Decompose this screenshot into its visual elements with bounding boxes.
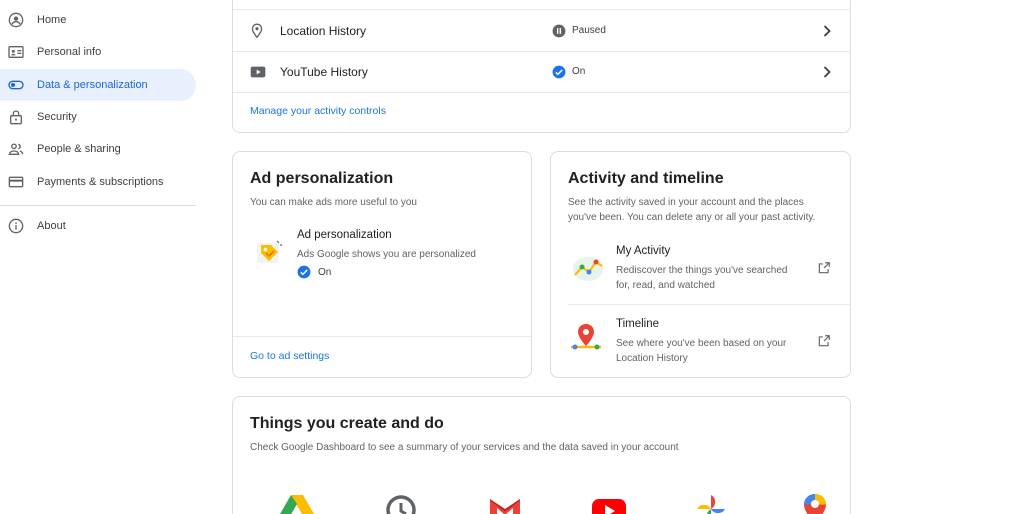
- sidebar-item-payments[interactable]: Payments & subscriptions: [0, 166, 196, 198]
- status-text: Paused: [572, 25, 606, 36]
- ad-tag-icon: [255, 239, 283, 267]
- sidebar-item-personal-info[interactable]: Personal info: [0, 36, 196, 68]
- status-text: On: [318, 266, 332, 278]
- info-icon: [8, 218, 24, 234]
- sidebar-item-security[interactable]: Security: [0, 101, 196, 133]
- activity-controls-card: Location History Paused YouTube History …: [232, 0, 851, 133]
- manage-activity-controls-link[interactable]: Manage your activity controls: [250, 105, 386, 117]
- credit-card-icon: [8, 174, 24, 190]
- card-description-line-2: you've been. You can delete any or all y…: [568, 212, 816, 223]
- pause-icon: [552, 24, 566, 38]
- item-subtitle-line-1: Rediscover the things you've searched: [616, 265, 788, 276]
- photos-icon[interactable]: [693, 493, 729, 514]
- item-subtitle-line-2: Location History: [616, 353, 688, 364]
- sidebar-item-data-personalization[interactable]: Data & personalization: [0, 69, 196, 101]
- ad-personalization-card: Ad personalization You can make ads more…: [232, 151, 532, 378]
- my-activity-item[interactable]: My Activity Rediscover the things you've…: [551, 238, 850, 304]
- card-divider: [233, 336, 531, 337]
- history-icon[interactable]: [383, 493, 419, 514]
- row-label: YouTube History: [280, 64, 368, 79]
- chevron-right-icon: [821, 65, 833, 78]
- sidebar-item-home[interactable]: Home: [0, 4, 196, 36]
- my-activity-icon: [571, 253, 605, 283]
- row-label: Location History: [280, 23, 367, 38]
- sidebar-item-label: People & sharing: [37, 143, 121, 155]
- people-icon: [8, 141, 24, 157]
- account-circle-icon: [8, 12, 24, 28]
- card-description: You can make ads more useful to you: [250, 197, 417, 208]
- youtube-icon[interactable]: [591, 493, 627, 514]
- chevron-right-icon: [821, 24, 833, 37]
- item-divider: [568, 304, 850, 305]
- location-pin-icon: [250, 22, 280, 39]
- sidebar: Home Personal info Data & personalizatio…: [0, 0, 200, 514]
- sidebar-item-label: Payments & subscriptions: [37, 176, 164, 188]
- open-in-new-icon[interactable]: [817, 334, 831, 348]
- sidebar-item-about[interactable]: About: [0, 210, 196, 242]
- drive-icon[interactable]: [279, 493, 315, 514]
- timeline-item[interactable]: Timeline See where you've been based on …: [551, 311, 850, 377]
- sidebar-item-label: About: [37, 220, 66, 232]
- card-title: Things you create and do: [250, 415, 444, 432]
- ad-status-badge: On: [297, 265, 331, 279]
- item-subtitle-line-2: for, read, and watched: [616, 280, 715, 291]
- status-badge: Paused: [552, 24, 821, 38]
- maps-icon[interactable]: [797, 493, 833, 514]
- youtube-outline-icon: [250, 65, 280, 79]
- open-in-new-icon[interactable]: [817, 261, 831, 275]
- card-title: Activity and timeline: [568, 170, 724, 187]
- item-subtitle-line-1: See where you've been based on your: [616, 338, 787, 349]
- id-card-icon: [8, 44, 24, 60]
- status-badge: On: [552, 65, 821, 79]
- activity-timeline-card: Activity and timeline See the activity s…: [550, 151, 851, 378]
- location-history-row[interactable]: Location History Paused: [250, 10, 833, 51]
- sidebar-divider: [0, 205, 196, 206]
- check-circle-icon: [297, 265, 311, 279]
- sidebar-item-label: Data & personalization: [37, 79, 148, 91]
- youtube-history-row[interactable]: YouTube History On: [250, 51, 833, 92]
- item-title: My Activity: [616, 245, 671, 257]
- item-title: Timeline: [616, 318, 660, 330]
- sidebar-item-label: Home: [37, 14, 67, 26]
- card-title: Ad personalization: [250, 170, 394, 187]
- sidebar-item-label: Security: [37, 111, 77, 123]
- lock-icon: [8, 109, 24, 125]
- toggle-icon: [8, 77, 24, 93]
- timeline-pin-icon: [568, 321, 604, 355]
- status-text: On: [572, 66, 586, 77]
- gmail-icon[interactable]: [487, 493, 523, 514]
- card-description-line-1: See the activity saved in your account a…: [568, 197, 804, 208]
- card-description: Check Google Dashboard to see a summary …: [250, 442, 679, 453]
- things-you-create-card: Things you create and do Check Google Da…: [232, 396, 851, 514]
- row-divider: [233, 92, 850, 93]
- sidebar-item-label: Personal info: [37, 46, 102, 58]
- ad-item-title: Ad personalization: [297, 229, 392, 241]
- go-to-ad-settings-link[interactable]: Go to ad settings: [250, 350, 329, 362]
- sidebar-item-people-sharing[interactable]: People & sharing: [0, 133, 196, 165]
- ad-item-subtitle: Ads Google shows you are personalized: [297, 249, 476, 260]
- check-circle-icon: [552, 65, 566, 79]
